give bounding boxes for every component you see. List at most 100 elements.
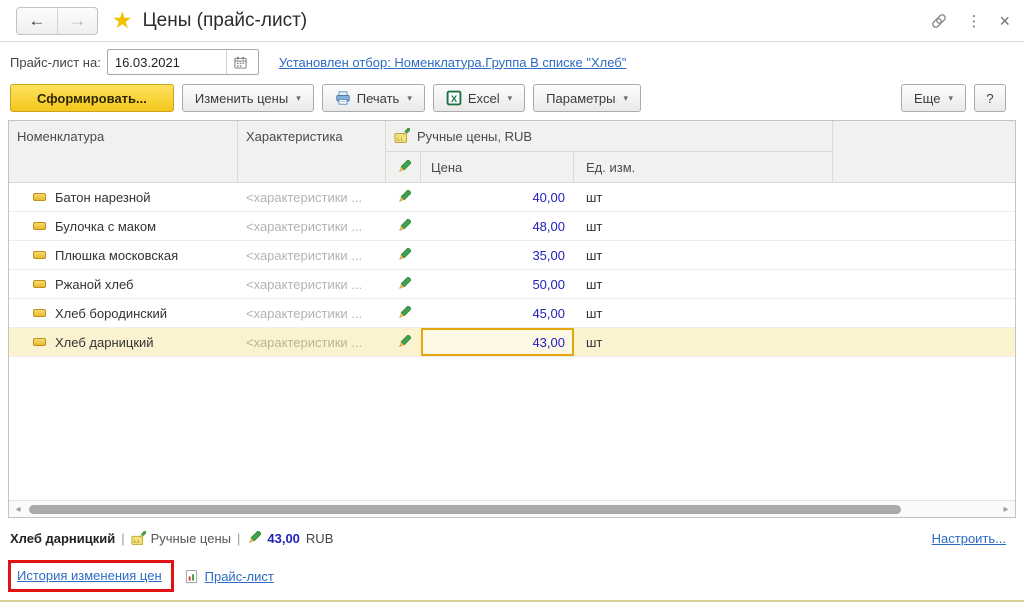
selection-filter-link[interactable]: Установлен отбор: Номенклатура.Группа В … xyxy=(279,55,627,70)
row-characteristic: <характеристики ... xyxy=(238,241,386,269)
item-icon xyxy=(33,193,46,201)
price-type-icon: 1,1 xyxy=(394,128,410,144)
column-header-price[interactable]: Цена xyxy=(421,152,574,183)
item-icon xyxy=(33,338,46,346)
more-button[interactable]: Еще ▾ xyxy=(901,84,966,112)
chevron-down-icon: ▾ xyxy=(623,93,628,104)
favorite-star-icon[interactable]: ★ xyxy=(112,7,133,34)
table-row[interactable]: Батон нарезной <характеристики ... 40,00… xyxy=(9,183,1015,212)
row-price[interactable]: 35,00 xyxy=(421,241,574,269)
print-label: Печать xyxy=(357,91,400,106)
footer-links: История изменения цен Прайс-лист xyxy=(0,546,1024,592)
pencil-icon xyxy=(386,183,421,211)
back-button[interactable]: ← xyxy=(17,8,57,34)
table-header: Номенклатура Характеристика 1,1 xyxy=(9,121,1015,183)
row-unit: шт xyxy=(574,270,833,298)
active-price-cell[interactable]: 43,00 xyxy=(421,328,574,356)
row-price[interactable]: 50,00 xyxy=(421,270,574,298)
date-input[interactable] xyxy=(108,55,226,70)
scroll-right-icon[interactable]: ▸ xyxy=(999,504,1013,515)
row-unit: шт xyxy=(574,328,833,356)
price-history-link[interactable]: История изменения цен xyxy=(17,568,162,583)
scrollbar-thumb[interactable] xyxy=(29,505,901,514)
nav-history-group: ← → xyxy=(16,7,98,35)
more-menu-icon[interactable]: ⋮ xyxy=(966,12,981,30)
pencil-icon xyxy=(386,299,421,327)
separator: | xyxy=(237,531,240,546)
item-icon xyxy=(33,280,46,288)
row-price[interactable]: 40,00 xyxy=(421,183,574,211)
separator: | xyxy=(121,531,124,546)
column-header-characteristic[interactable]: Характеристика xyxy=(238,121,386,183)
parameters-button[interactable]: Параметры ▾ xyxy=(533,84,641,112)
row-unit: шт xyxy=(574,299,833,327)
row-name: Хлеб дарницкий xyxy=(55,335,154,350)
row-price[interactable]: 48,00 xyxy=(421,212,574,240)
change-prices-label: Изменить цены xyxy=(195,91,288,106)
row-characteristic: <характеристики ... xyxy=(238,328,386,356)
get-link-icon[interactable] xyxy=(930,12,948,30)
status-line: Хлеб дарницкий | 1,1 Ручные цены xyxy=(0,518,1024,546)
excel-button[interactable]: X Excel ▾ xyxy=(433,84,525,112)
row-characteristic: <характеристики ... xyxy=(238,299,386,327)
title-bar: ← → ★ Цены (прайс-лист) ⋮ × xyxy=(0,0,1024,42)
row-name: Ржаной хлеб xyxy=(55,277,134,292)
pencil-icon xyxy=(386,328,421,356)
price-table: Номенклатура Характеристика 1,1 xyxy=(8,120,1016,518)
item-icon xyxy=(33,222,46,230)
status-price-value: 43,00 xyxy=(267,531,300,546)
configure-link[interactable]: Настроить... xyxy=(932,531,1006,546)
chevron-down-icon: ▾ xyxy=(508,93,513,104)
price-list-report-icon xyxy=(184,569,199,584)
price-list-link[interactable]: Прайс-лист xyxy=(205,569,274,584)
row-name: Батон нарезной xyxy=(55,190,151,205)
help-button[interactable]: ? xyxy=(974,84,1006,112)
column-header-unit[interactable]: Ед. изм. xyxy=(574,152,833,183)
table-row-selected[interactable]: Хлеб дарницкий <характеристики ... 43,00… xyxy=(9,328,1015,357)
row-unit: шт xyxy=(574,241,833,269)
calendar-icon[interactable] xyxy=(226,50,254,74)
chevron-down-icon: ▾ xyxy=(296,93,301,104)
scroll-left-icon[interactable]: ◂ xyxy=(11,504,25,515)
row-name: Хлеб бородинский xyxy=(55,306,167,321)
svg-text:1,1: 1,1 xyxy=(397,137,404,142)
status-currency: RUB xyxy=(306,531,333,546)
price-list-date-label: Прайс-лист на: xyxy=(10,55,101,70)
row-name: Булочка с маком xyxy=(55,219,156,234)
forward-button[interactable]: → xyxy=(57,8,97,34)
row-characteristic: <характеристики ... xyxy=(238,270,386,298)
printer-icon xyxy=(335,90,351,106)
item-icon xyxy=(33,309,46,317)
table-row[interactable]: Булочка с маком <характеристики ... 48,0… xyxy=(9,212,1015,241)
close-icon[interactable]: × xyxy=(999,12,1010,30)
table-body: Батон нарезной <характеристики ... 40,00… xyxy=(9,183,1015,500)
price-group-label: Ручные цены, RUB xyxy=(417,129,532,144)
row-price[interactable]: 45,00 xyxy=(421,299,574,327)
row-unit: шт xyxy=(574,212,833,240)
pencil-icon xyxy=(386,212,421,240)
table-row[interactable]: Хлеб бородинский <характеристики ... 45,… xyxy=(9,299,1015,328)
filter-row: Прайс-лист на: Установлен отбор: Номенкл… xyxy=(0,42,1024,80)
row-unit: шт xyxy=(574,183,833,211)
print-button[interactable]: Печать ▾ xyxy=(322,84,425,112)
manual-price-pencil-icon xyxy=(386,152,421,183)
svg-text:1,1: 1,1 xyxy=(133,539,140,544)
column-header-price-group[interactable]: 1,1 Ручные цены, RUB xyxy=(386,121,833,152)
pencil-icon xyxy=(386,241,421,269)
table-row[interactable]: Ржаной хлеб <характеристики ... 50,00 шт xyxy=(9,270,1015,299)
chevron-down-icon: ▾ xyxy=(407,93,412,104)
annotation-highlight-box: История изменения цен xyxy=(8,560,174,592)
row-characteristic: <характеристики ... xyxy=(238,183,386,211)
column-header-nomenclature[interactable]: Номенклатура xyxy=(9,121,238,183)
column-header-empty xyxy=(833,121,1015,183)
chevron-down-icon: ▾ xyxy=(948,93,953,104)
status-price-type: 1,1 Ручные цены xyxy=(131,531,231,546)
excel-label: Excel xyxy=(468,91,500,106)
horizontal-scrollbar[interactable]: ◂ ▸ xyxy=(9,500,1015,517)
pencil-icon xyxy=(386,270,421,298)
table-row[interactable]: Плюшка московская <характеристики ... 35… xyxy=(9,241,1015,270)
generate-button[interactable]: Сформировать... xyxy=(10,84,174,112)
change-prices-button[interactable]: Изменить цены ▾ xyxy=(182,84,314,112)
excel-icon: X xyxy=(446,90,462,106)
item-icon xyxy=(33,251,46,259)
